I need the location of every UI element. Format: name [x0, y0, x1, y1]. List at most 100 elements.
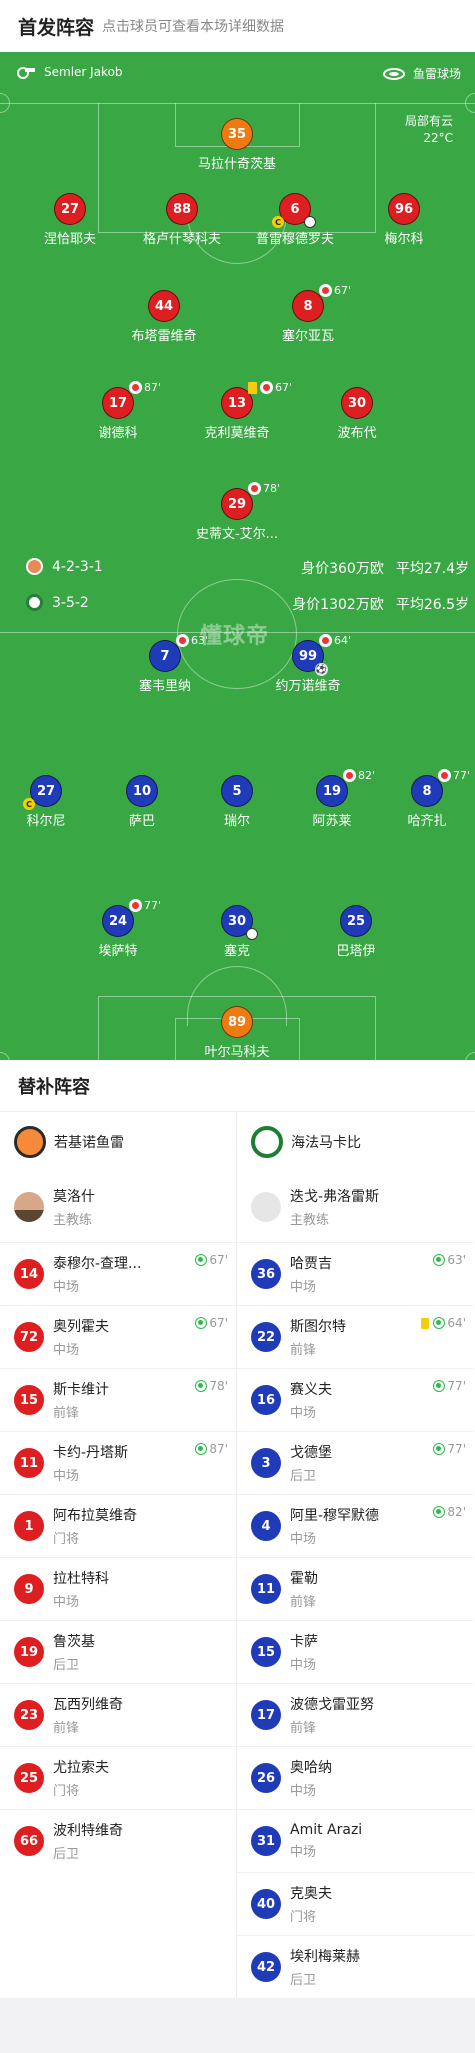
bench-player-name: 波利特维奇: [53, 1823, 123, 1839]
away-bench-row[interactable]: 42 埃利梅莱赫 后卫: [237, 1935, 474, 1998]
away-player-7[interactable]: 24 77' 埃萨特: [58, 899, 178, 959]
bench-player-name: 霍勒: [290, 1571, 318, 1587]
bench-player-position: 后卫: [290, 1469, 317, 1484]
substitution-badge: 67': [248, 381, 292, 394]
away-bench-row[interactable]: 11 霍勒 前锋: [237, 1557, 474, 1620]
sub-in-time: 77': [447, 1379, 466, 1393]
home-bench-row[interactable]: 1 阿布拉莫维奇 门将: [0, 1494, 236, 1557]
home-player-3[interactable]: 6 C 普雷穆德罗夫: [235, 193, 355, 247]
away-coach-avatar: [251, 1192, 281, 1222]
bench-player-position: 中场: [290, 1658, 317, 1673]
away-coach-role: 主教练: [290, 1213, 330, 1228]
away-player-name: 埃萨特: [98, 944, 138, 959]
home-player-5[interactable]: 44 布塔雷维奇: [104, 290, 224, 344]
away-team-stats: 身价1302万欧 平均26.5岁: [292, 594, 469, 614]
home-team-row[interactable]: 若基诺鱼雷: [0, 1112, 236, 1172]
venue: 鱼雷球场: [382, 65, 461, 82]
away-bench-row[interactable]: 15 卡萨 中场: [237, 1620, 474, 1683]
home-player-name: 谢德科: [98, 426, 138, 441]
away-value: 身价1302万欧: [292, 597, 384, 613]
away-player-name: 巴塔伊: [336, 944, 376, 959]
home-player-2[interactable]: 88 格卢什琴科夫: [122, 193, 242, 247]
away-player-number: 8 77': [411, 769, 470, 807]
home-bench-row[interactable]: 72 奥列霍夫 中场 67': [0, 1305, 236, 1368]
home-bench-row[interactable]: 23 瓦西列维奇 前锋: [0, 1683, 236, 1746]
goal-ball-icon: [246, 928, 258, 940]
sub-in-icon: [195, 1380, 208, 1392]
bench-player-name: 奥列霍夫: [53, 1319, 109, 1335]
away-bench-row[interactable]: 40 克奥夫 门将: [237, 1872, 474, 1935]
away-player-8[interactable]: 30 塞克: [177, 905, 297, 959]
sub-in-icon: [433, 1443, 446, 1455]
home-coach[interactable]: 莫洛什 主教练: [0, 1172, 236, 1242]
bench-player-number: 36: [251, 1259, 281, 1289]
home-player-10[interactable]: 29 78' 史蒂文-艾尔...: [177, 482, 297, 542]
away-bench-row[interactable]: 26 奥哈纳 中场: [237, 1746, 474, 1809]
home-player-1[interactable]: 27 涅恰耶夫: [10, 193, 130, 247]
home-bench-row[interactable]: 66 波利特维奇 后卫: [0, 1809, 236, 1872]
away-player-6[interactable]: 8 77' 哈齐扎: [367, 769, 475, 829]
substitution-badge: 77': [438, 769, 470, 782]
bench-player-position: 中场: [53, 1280, 80, 1295]
home-bench-row[interactable]: 11 卡约-丹塔斯 中场 87': [0, 1431, 236, 1494]
sub-time: 87': [144, 381, 162, 394]
home-bench-row[interactable]: 9 拉杜特科 中场: [0, 1557, 236, 1620]
bench-player-name: 埃利梅莱赫: [290, 1949, 360, 1965]
sub-time: 77': [144, 899, 162, 912]
home-player-number: 8 67': [292, 284, 351, 322]
home-player-name: 塞尔亚瓦: [281, 329, 334, 344]
home-team-name: 若基诺鱼雷: [54, 1135, 124, 1151]
away-bench-row[interactable]: 36 哈贾吉 中场 63': [237, 1242, 474, 1305]
away-age: 平均26.5岁: [395, 597, 469, 613]
away-team-logo-icon: [251, 1126, 283, 1158]
home-bench-row[interactable]: 14 泰穆尔-查理... 中场 67': [0, 1242, 236, 1305]
away-player-10[interactable]: 89 叶尔马科夫: [177, 1006, 297, 1060]
home-coach-role: 主教练: [53, 1213, 93, 1228]
away-player-0[interactable]: 7 63' 塞韦里纳: [105, 634, 225, 694]
bench-player-number: 1: [14, 1511, 44, 1541]
away-bench-row[interactable]: 16 赛义夫 中场 77': [237, 1368, 474, 1431]
sub-in-badge: 67': [195, 1316, 228, 1330]
home-player-7[interactable]: 17 87' 谢德科: [58, 381, 178, 441]
home-player-name: 波布代: [337, 426, 377, 441]
away-player-9[interactable]: 25 巴塔伊: [296, 905, 416, 959]
home-player-6[interactable]: 8 67' 塞尔亚瓦: [248, 284, 368, 344]
home-player-0[interactable]: 35 马拉什奇茨基: [177, 118, 297, 172]
home-bench-row[interactable]: 19 鲁茨基 后卫: [0, 1620, 236, 1683]
away-player-1[interactable]: 99 64' ⚽ 约万诺维奇: [248, 634, 368, 694]
referee: Semler Jakob: [16, 65, 123, 79]
bench-player-number: 72: [14, 1322, 44, 1352]
away-team-row[interactable]: 海法马卡比: [237, 1112, 474, 1172]
sub-time: 67': [334, 284, 352, 297]
away-bench-row[interactable]: 31 Amit Arazi 中场: [237, 1809, 474, 1872]
away-bench-row[interactable]: 4 阿里-穆罕默德 中场 82': [237, 1494, 474, 1557]
bench-player-position: 前锋: [53, 1721, 80, 1736]
home-player-8[interactable]: 13 67' 克利莫维奇: [177, 381, 297, 441]
bench-player-position: 后卫: [53, 1847, 80, 1862]
home-bench-row[interactable]: 25 尤拉索夫 门将: [0, 1746, 236, 1809]
assist-icon: ⚽: [315, 663, 328, 676]
away-bench-row[interactable]: 22 斯图尔特 前锋 64': [237, 1305, 474, 1368]
bench-player-name: 奥哈纳: [290, 1760, 332, 1776]
corner-bl: [0, 1052, 10, 1060]
sub-in-badge: 64': [421, 1316, 466, 1330]
away-team-info: 3-5-2: [26, 594, 89, 611]
away-bench-row[interactable]: 17 波德戈雷亚努 前锋: [237, 1683, 474, 1746]
sub-in-icon: [433, 1506, 446, 1518]
sub-out-icon: [129, 899, 142, 912]
away-player-name: 叶尔马科夫: [204, 1045, 270, 1060]
bench-player-number: 14: [14, 1259, 44, 1289]
home-bench-row[interactable]: 15 斯卡维计 前锋 78': [0, 1368, 236, 1431]
home-player-4[interactable]: 96 梅尔科: [344, 193, 464, 247]
away-player-name: 塞克: [223, 944, 250, 959]
home-player-9[interactable]: 30 波布代: [297, 387, 417, 441]
home-player-number: 27: [54, 193, 86, 225]
away-player-number: 24 77': [102, 899, 161, 937]
sub-in-time: 67': [209, 1253, 228, 1267]
away-player-number: 30: [221, 905, 258, 940]
home-coach-avatar: [14, 1192, 44, 1222]
away-bench-row[interactable]: 3 戈德堡 后卫 77': [237, 1431, 474, 1494]
away-coach-name: 迭戈-弗洛雷斯: [290, 1189, 380, 1205]
away-coach[interactable]: 迭戈-弗洛雷斯 主教练: [237, 1172, 474, 1242]
bench-player-number: 25: [14, 1763, 44, 1793]
